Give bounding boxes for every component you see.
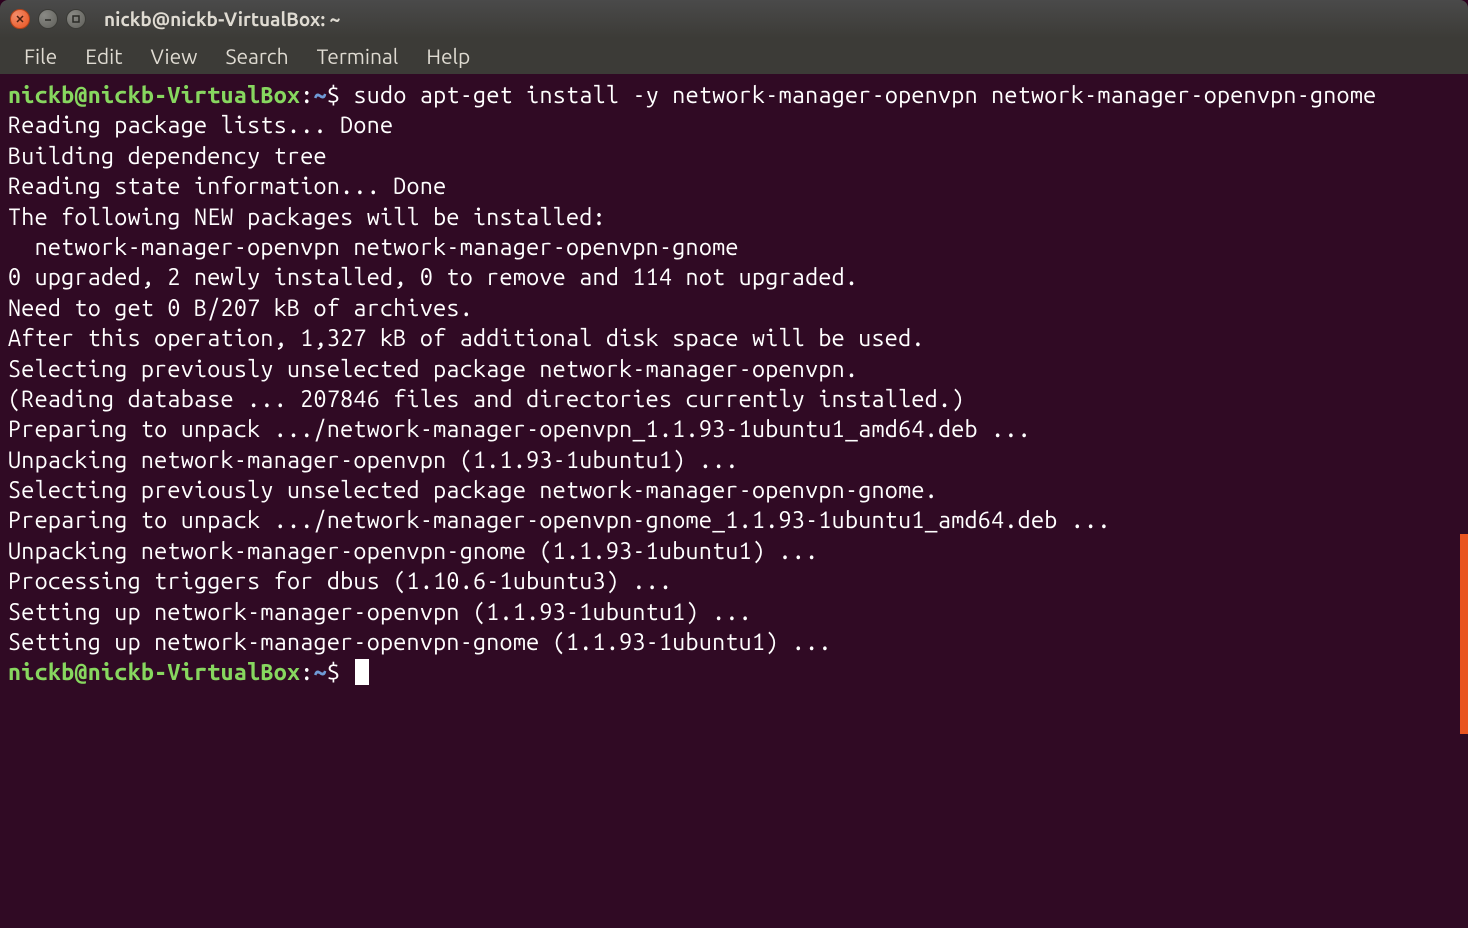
menu-file[interactable]: File bbox=[12, 40, 69, 72]
window-controls bbox=[10, 9, 86, 29]
prompt-user-host-2: nickb@nickb-VirtualBox bbox=[8, 659, 300, 685]
menu-edit[interactable]: Edit bbox=[73, 40, 134, 72]
prompt-colon: : bbox=[300, 82, 313, 108]
minimize-icon bbox=[43, 14, 53, 24]
terminal-output: Reading package lists... Done Building d… bbox=[8, 112, 1111, 655]
prompt-user-host: nickb@nickb-VirtualBox bbox=[8, 82, 300, 108]
titlebar[interactable]: nickb@nickb-VirtualBox: ~ bbox=[0, 0, 1468, 38]
window-title: nickb@nickb-VirtualBox: ~ bbox=[104, 8, 340, 30]
command-text: sudo apt-get install -y network-manager-… bbox=[353, 82, 1376, 108]
menu-help[interactable]: Help bbox=[414, 40, 482, 72]
terminal-window: nickb@nickb-VirtualBox: ~ File Edit View… bbox=[0, 0, 1468, 928]
menu-view[interactable]: View bbox=[138, 40, 209, 72]
prompt-colon-2: : bbox=[300, 659, 313, 685]
close-icon bbox=[15, 14, 25, 24]
scrollbar[interactable] bbox=[1460, 534, 1468, 734]
minimize-button[interactable] bbox=[38, 9, 58, 29]
cursor bbox=[355, 659, 369, 685]
prompt-path: ~ bbox=[314, 82, 327, 108]
menubar: File Edit View Search Terminal Help bbox=[0, 38, 1468, 74]
maximize-button[interactable] bbox=[66, 9, 86, 29]
maximize-icon bbox=[71, 14, 81, 24]
close-button[interactable] bbox=[10, 9, 30, 29]
menu-search[interactable]: Search bbox=[213, 40, 300, 72]
menu-terminal[interactable]: Terminal bbox=[305, 40, 411, 72]
prompt-dollar: $ bbox=[327, 82, 340, 108]
prompt-path-2: ~ bbox=[314, 659, 327, 685]
prompt-dollar-2: $ bbox=[327, 659, 340, 685]
terminal-body[interactable]: nickb@nickb-VirtualBox:~$ sudo apt-get i… bbox=[0, 74, 1468, 928]
